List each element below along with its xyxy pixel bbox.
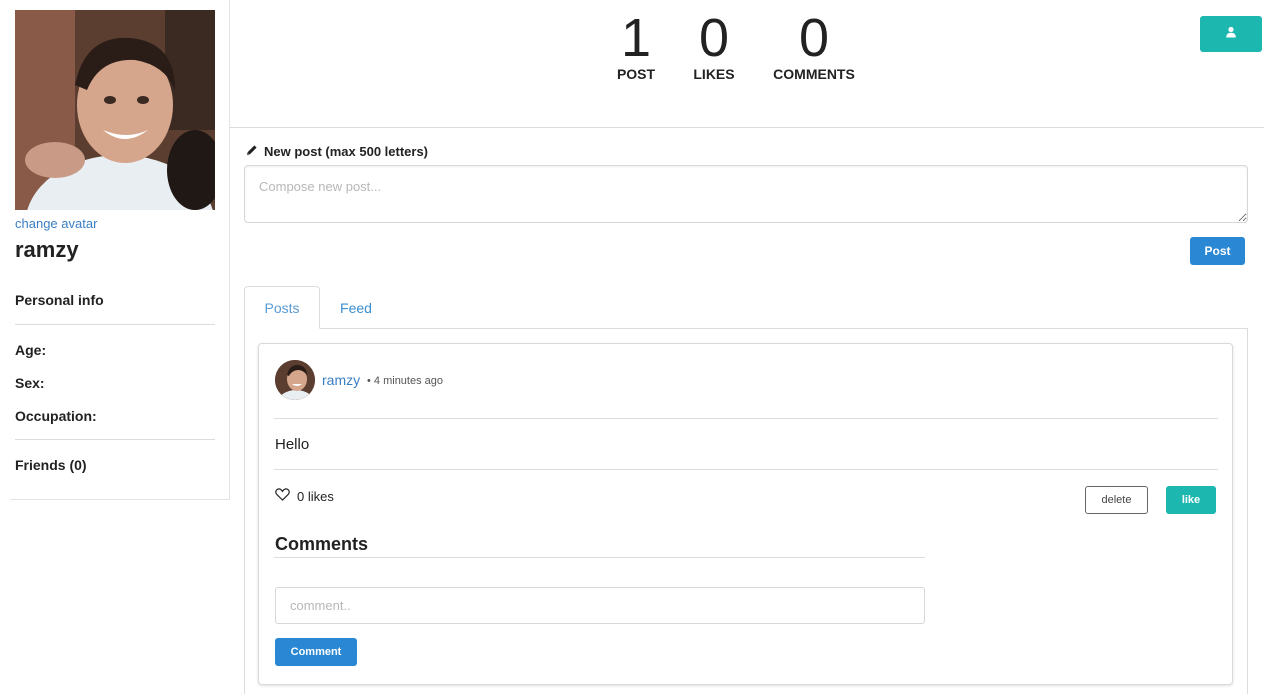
stat-posts-label: POST bbox=[616, 66, 656, 82]
profile-sidebar: change avatar ramzy Personal info Age: S… bbox=[10, 0, 230, 500]
personal-info-heading: Personal info bbox=[15, 292, 104, 308]
stat-likes-value: 0 bbox=[698, 8, 730, 68]
stat-comments: 0 COMMENTS bbox=[768, 8, 860, 82]
likes-count-text: 0 likes bbox=[297, 488, 334, 504]
user-icon bbox=[1225, 25, 1237, 43]
divider bbox=[15, 439, 215, 440]
post-card: ramzy • 4 minutes ago Hello 0 likes dele… bbox=[258, 343, 1233, 685]
occupation-label: Occupation: bbox=[15, 408, 97, 424]
stats-header: 1 POST 0 LIKES 0 COMMENTS bbox=[230, 0, 1264, 128]
comments-heading: Comments bbox=[275, 534, 369, 554]
new-post-label-text: New post (max 500 letters) bbox=[264, 144, 429, 159]
heart-outline-icon bbox=[275, 488, 290, 504]
compose-post-input[interactable] bbox=[244, 165, 1248, 223]
friends-link[interactable]: Friends (0) bbox=[15, 457, 87, 473]
new-post-label: New post (max 500 letters) bbox=[246, 144, 428, 159]
post-button[interactable]: Post bbox=[1190, 237, 1245, 265]
stat-likes: 0 LIKES bbox=[684, 8, 744, 82]
divider bbox=[274, 418, 1218, 419]
divider bbox=[15, 324, 215, 325]
divider bbox=[274, 557, 925, 558]
tab-posts[interactable]: Posts bbox=[244, 286, 320, 329]
stat-comments-value: 0 bbox=[798, 8, 830, 68]
profile-button[interactable] bbox=[1200, 16, 1262, 52]
post-timestamp: • 4 minutes ago bbox=[367, 375, 444, 387]
stat-posts: 1 POST bbox=[606, 8, 666, 82]
comment-input[interactable] bbox=[275, 587, 925, 624]
tabs-divider bbox=[244, 328, 1248, 329]
like-post-button[interactable]: like bbox=[1166, 486, 1216, 514]
profile-username: ramzy bbox=[15, 237, 79, 262]
post-author-link[interactable]: ramzy bbox=[322, 372, 360, 388]
pencil-icon bbox=[246, 144, 258, 159]
change-avatar-link[interactable]: change avatar bbox=[15, 216, 97, 231]
age-label: Age: bbox=[15, 342, 47, 358]
tab-feed[interactable]: Feed bbox=[324, 286, 388, 329]
post-author-avatar[interactable] bbox=[275, 360, 315, 400]
likes-count[interactable]: 0 likes bbox=[275, 488, 334, 504]
stat-likes-label: LIKES bbox=[693, 66, 735, 82]
divider bbox=[274, 469, 1218, 470]
post-body: Hello bbox=[275, 436, 310, 453]
comment-button[interactable]: Comment bbox=[275, 638, 357, 666]
stat-comments-label: COMMENTS bbox=[773, 66, 855, 82]
delete-post-button[interactable]: delete bbox=[1085, 486, 1148, 514]
sex-label: Sex: bbox=[15, 375, 45, 391]
stat-posts-value: 1 bbox=[620, 8, 652, 68]
avatar bbox=[15, 10, 215, 210]
